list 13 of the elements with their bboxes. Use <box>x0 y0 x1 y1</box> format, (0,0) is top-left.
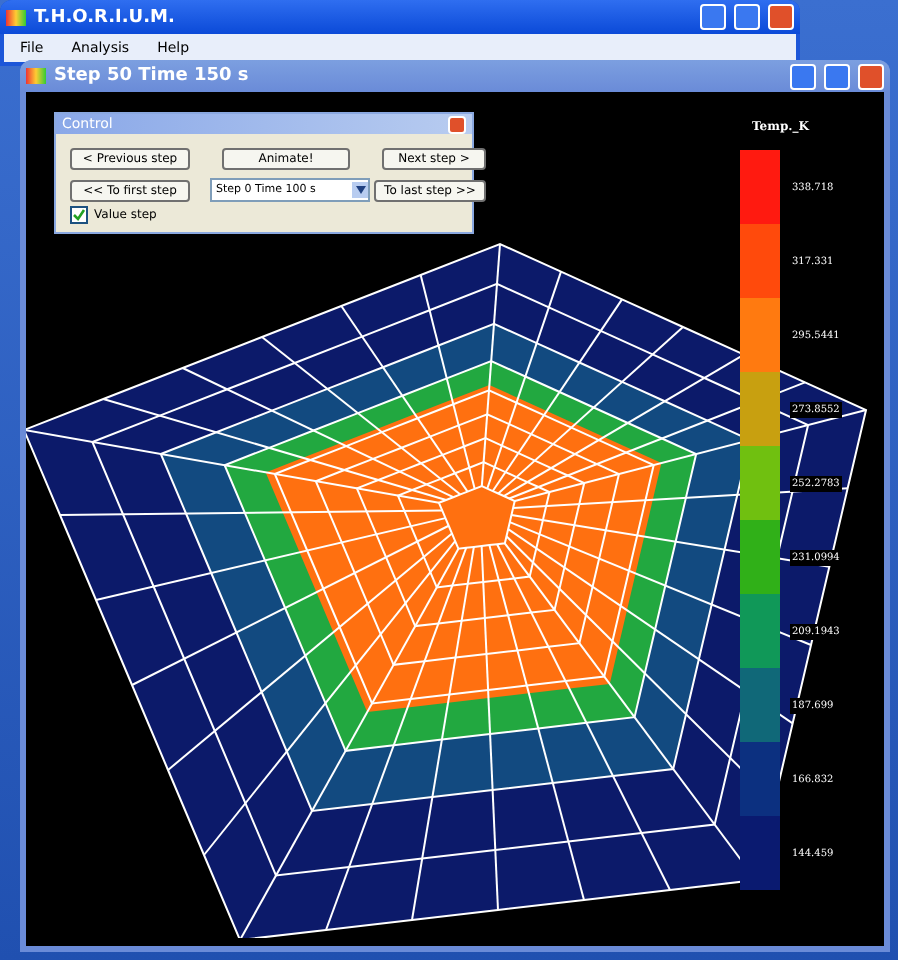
window-title: Step 50 Time 150 s <box>54 66 251 86</box>
maximize-icon[interactable] <box>734 4 760 30</box>
close-icon[interactable] <box>448 115 466 133</box>
app-icon <box>26 68 46 84</box>
minimize-icon[interactable] <box>790 63 816 89</box>
caret-icon <box>352 182 368 198</box>
window-title: T.H.O.R.I.U.M. <box>34 7 177 27</box>
maximize-icon[interactable] <box>824 63 850 89</box>
close-icon[interactable] <box>858 63 884 89</box>
close-icon[interactable] <box>768 4 794 30</box>
minimize-icon[interactable] <box>700 4 726 30</box>
checkbox[interactable] <box>70 206 88 224</box>
app-icon <box>6 9 26 25</box>
